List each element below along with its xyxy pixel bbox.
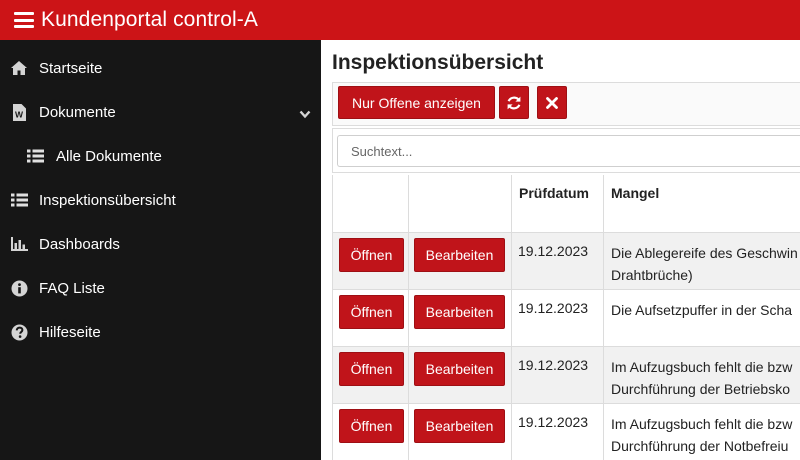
refresh-button[interactable] xyxy=(499,86,529,119)
sidebar-item-label: FAQ Liste xyxy=(39,279,105,297)
open-cell: Öffnen xyxy=(332,233,409,289)
mangel-text: Die Aufsetzpuffer in der Scha xyxy=(611,302,793,318)
list-icon xyxy=(26,147,44,165)
date-cell: 19.12.2023 xyxy=(512,233,604,289)
list-icon xyxy=(10,191,28,209)
pruefdatum: 19.12.2023 xyxy=(518,243,589,259)
refresh-icon xyxy=(506,95,522,111)
header-cell-pruefdatum[interactable]: Prüfdatum xyxy=(512,175,604,233)
table-row: Öffnen Bearbeiten 19.12.2023 Im Aufzugsb… xyxy=(332,347,800,404)
app-title: Kundenportal control-A xyxy=(41,8,258,31)
sidebar-item-dokumente[interactable]: W Dokumente xyxy=(0,92,321,132)
mangel-cell: Im Aufzugsbuch fehlt die bzw Durchführung… xyxy=(604,404,800,460)
open-cell: Öffnen xyxy=(332,290,409,346)
mangel-cell: Die Ablegereife des Geschwin Drahtbrüche) xyxy=(604,233,800,289)
sidebar-item-label: Startseite xyxy=(39,59,103,77)
show-open-only-button[interactable]: Nur Offene anzeigen xyxy=(338,86,495,119)
open-button[interactable]: Öffnen xyxy=(339,352,404,386)
table-row: Öffnen Bearbeiten 19.12.2023 Im Aufzugsb… xyxy=(332,404,800,460)
page-title: Inspektionsübersicht xyxy=(332,51,544,74)
header-cell-open xyxy=(332,175,409,233)
header-cell-mangel[interactable]: Mangel xyxy=(604,175,800,233)
open-button[interactable]: Öffnen xyxy=(339,295,404,329)
sidebar-item-label: Dashboards xyxy=(39,235,120,253)
edit-cell: Bearbeiten xyxy=(409,233,512,289)
edit-cell: Bearbeiten xyxy=(409,347,512,403)
edit-button[interactable]: Bearbeiten xyxy=(414,352,505,386)
sidebar-item-label: Hilfeseite xyxy=(39,323,101,341)
inspection-table: Prüfdatum Mangel Öffnen Bearbeiten 19.12… xyxy=(332,175,800,460)
question-circle-icon xyxy=(10,323,28,341)
toolbar: Nur Offene anzeigen xyxy=(332,82,800,126)
main-content: Inspektionsübersicht Nur Offene anzeigen… xyxy=(321,40,800,460)
sidebar-item-label: Dokumente xyxy=(39,103,116,121)
open-button[interactable]: Öffnen xyxy=(339,409,404,443)
date-cell: 19.12.2023 xyxy=(512,404,604,460)
pruefdatum: 19.12.2023 xyxy=(518,414,589,430)
hamburger-menu-icon[interactable] xyxy=(14,12,34,28)
search-input[interactable] xyxy=(337,135,800,167)
home-icon xyxy=(10,59,28,77)
open-cell: Öffnen xyxy=(332,347,409,403)
table-row: Öffnen Bearbeiten 19.12.2023 Die Aufsetz… xyxy=(332,290,800,347)
info-circle-icon xyxy=(10,279,28,297)
header-cell-edit xyxy=(409,175,512,233)
sidebar-item-label: Inspektionsübersicht xyxy=(39,191,176,209)
sidebar-item-inspektionsuebersicht[interactable]: Inspektionsübersicht xyxy=(0,180,321,220)
date-cell: 19.12.2023 xyxy=(512,347,604,403)
mangel-cell: Im Aufzugsbuch fehlt die bzw Durchführung… xyxy=(604,347,800,403)
date-cell: 19.12.2023 xyxy=(512,290,604,346)
bar-chart-icon xyxy=(10,235,28,253)
edit-button[interactable]: Bearbeiten xyxy=(414,238,505,272)
sidebar-item-hilfeseite[interactable]: Hilfeseite xyxy=(0,312,321,352)
edit-button[interactable]: Bearbeiten xyxy=(414,295,505,329)
search-panel xyxy=(332,128,800,173)
mangel-cell: Die Aufsetzpuffer in der Scha xyxy=(604,290,800,346)
open-cell: Öffnen xyxy=(332,404,409,460)
word-document-icon: W xyxy=(10,103,28,121)
table-row: Öffnen Bearbeiten 19.12.2023 Die Ableger… xyxy=(332,233,800,290)
sidebar-item-alle-dokumente[interactable]: Alle Dokumente xyxy=(0,136,321,176)
pruefdatum: 19.12.2023 xyxy=(518,300,589,316)
sidebar-item-startseite[interactable]: Startseite xyxy=(0,48,321,88)
svg-text:W: W xyxy=(15,109,24,119)
open-button[interactable]: Öffnen xyxy=(339,238,404,272)
close-icon xyxy=(546,96,558,109)
sidebar-item-faq-liste[interactable]: FAQ Liste xyxy=(0,268,321,308)
top-bar: Kundenportal control-A xyxy=(0,0,800,40)
sidebar-item-dashboards[interactable]: Dashboards xyxy=(0,224,321,264)
edit-cell: Bearbeiten xyxy=(409,404,512,460)
sidebar: Startseite W Dokumente Alle Dokumente In… xyxy=(0,40,321,460)
edit-button[interactable]: Bearbeiten xyxy=(414,409,505,443)
clear-filter-button[interactable] xyxy=(537,86,567,119)
chevron-down-icon[interactable] xyxy=(299,106,311,123)
mangel-text: Im Aufzugsbuch fehlt die bzw Durchführung… xyxy=(611,416,793,454)
mangel-text: Im Aufzugsbuch fehlt die bzw Durchführung… xyxy=(611,359,793,397)
sidebar-item-label: Alle Dokumente xyxy=(56,147,162,165)
edit-cell: Bearbeiten xyxy=(409,290,512,346)
pruefdatum: 19.12.2023 xyxy=(518,357,589,373)
mangel-text: Die Ablegereife des Geschwin Drahtbrüche) xyxy=(611,245,798,283)
